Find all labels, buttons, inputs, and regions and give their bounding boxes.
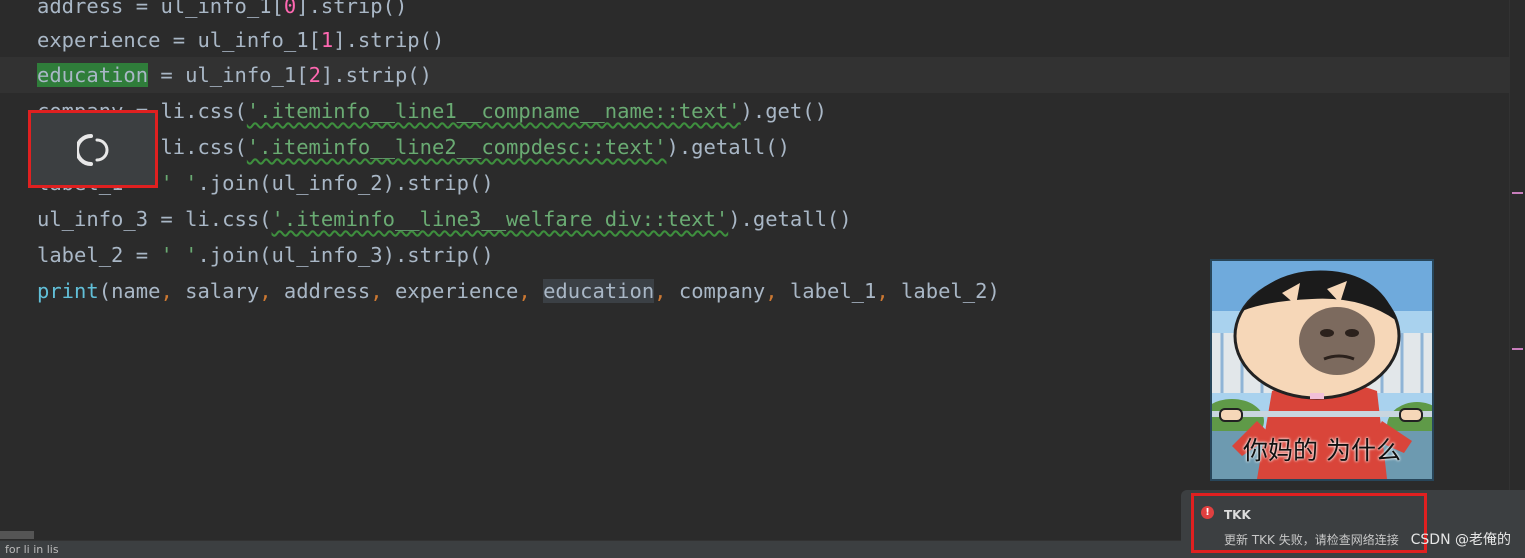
code-string: '.iteminfo__line2__compdesc::text': [246, 135, 667, 159]
notification-message: 更新 TKK 失败，请检查网络连接: [1224, 533, 1399, 547]
code-op: =: [123, 0, 161, 18]
code-var-highlighted[interactable]: education: [37, 63, 149, 87]
meme-image: 你妈的 为什么: [1210, 259, 1434, 481]
code-bracket: ]: [320, 63, 334, 87]
code-comma: ,: [765, 279, 790, 303]
code-comma: ,: [370, 279, 395, 303]
code-line[interactable]: experience = ul_info_1[1].strip(): [0, 22, 1510, 58]
code-line[interactable]: company = li.css('.iteminfo__line1__comp…: [0, 93, 1510, 129]
notification-highlight: ! TKK 更新 TKK 失败，请检查网络连接: [1191, 493, 1427, 553]
code-line-current[interactable]: education = ul_info_1[2].strip(): [0, 57, 1510, 93]
code-arg: address: [283, 279, 371, 303]
code-comma: ,: [518, 279, 544, 303]
code-bracket: [: [308, 28, 321, 52]
code-call: .strip(): [333, 63, 432, 87]
status-bar: for li in lis: [0, 531, 1181, 558]
code-string: ' ': [160, 171, 198, 195]
code-bracket: ]: [333, 28, 346, 52]
code-op: =: [148, 207, 186, 231]
code-obj: ul_info_1: [197, 28, 309, 52]
code-call: li.css(: [160, 135, 247, 159]
breadcrumb[interactable]: for li in lis: [5, 543, 59, 556]
code-comma: ,: [876, 279, 902, 303]
code-arg: company: [678, 279, 766, 303]
code-call: li.css(: [185, 207, 272, 231]
notification-toast[interactable]: ! TKK 更新 TKK 失败，请检查网络连接 CSDN @老俺的: [1181, 490, 1525, 558]
code-number: 1: [320, 28, 334, 52]
watermark: CSDN @老俺的: [1410, 532, 1511, 548]
code-comma: ,: [654, 279, 679, 303]
code-number: 0: [283, 0, 297, 18]
code-var: address: [37, 0, 124, 18]
code-arg: label_2: [901, 279, 988, 303]
code-line[interactable]: ul_info_3 = li.css('.iteminfo__line3__we…: [0, 201, 1510, 237]
code-arg-occurrence: education: [543, 279, 655, 303]
code-call: .strip(): [345, 28, 445, 52]
horizontal-scroll-thumb[interactable]: [0, 531, 34, 539]
code-var: ul_info_3: [37, 207, 149, 231]
code-arg: name: [111, 279, 161, 303]
error-icon: !: [1201, 506, 1214, 519]
code-op: =: [160, 28, 198, 52]
meme-caption: 你妈的 为什么: [1243, 436, 1401, 465]
code-comma: ,: [160, 279, 186, 303]
notification-title: TKK: [1224, 508, 1251, 522]
code-call: .join(ul_info_3).strip(): [197, 243, 494, 267]
code-call: li.css(: [160, 99, 247, 123]
error-stripe-mark[interactable]: [1512, 192, 1523, 194]
editor-scrollbar[interactable]: [1509, 0, 1525, 540]
loading-spinner-icon: [77, 134, 109, 166]
loading-overlay: [28, 110, 158, 188]
code-string: '.iteminfo__line1__compname__name::text': [246, 99, 741, 123]
code-call: .strip(): [308, 0, 408, 18]
code-line[interactable]: address = ul_info_1[0].strip(): [0, 0, 1510, 24]
code-bracket: [: [271, 0, 284, 18]
code-paren: (: [98, 279, 112, 303]
code-var: experience: [37, 28, 161, 52]
code-call: ).getall(): [666, 135, 790, 159]
code-obj: ul_info_1: [160, 0, 272, 18]
code-bracket: ]: [296, 0, 309, 18]
code-line[interactable]: label_1 = ' '.join(ul_info_2).strip(): [0, 165, 1510, 201]
code-op: =: [148, 63, 186, 87]
code-op: =: [123, 243, 161, 267]
code-line[interactable]: label_1 = li.css('.iteminfo__line2__comp…: [0, 129, 1510, 165]
code-string: '.iteminfo__line3__welfare div::text': [271, 207, 729, 231]
code-comma: ,: [259, 279, 284, 303]
code-obj: ul_info_1: [185, 63, 297, 87]
code-call: ).get(): [740, 99, 827, 123]
error-stripe-mark[interactable]: [1512, 348, 1523, 350]
code-var: label_2: [37, 243, 124, 267]
code-arg: label_1: [789, 279, 877, 303]
code-number: 2: [308, 63, 321, 87]
code-call: .join(ul_info_2).strip(): [197, 171, 494, 195]
code-paren: ): [987, 279, 1000, 303]
code-arg: salary: [185, 279, 260, 303]
code-call: ).getall(): [728, 207, 852, 231]
code-arg: experience: [394, 279, 519, 303]
code-keyword: print: [37, 279, 99, 303]
code-string: ' ': [160, 243, 198, 267]
code-bracket: [: [296, 63, 309, 87]
